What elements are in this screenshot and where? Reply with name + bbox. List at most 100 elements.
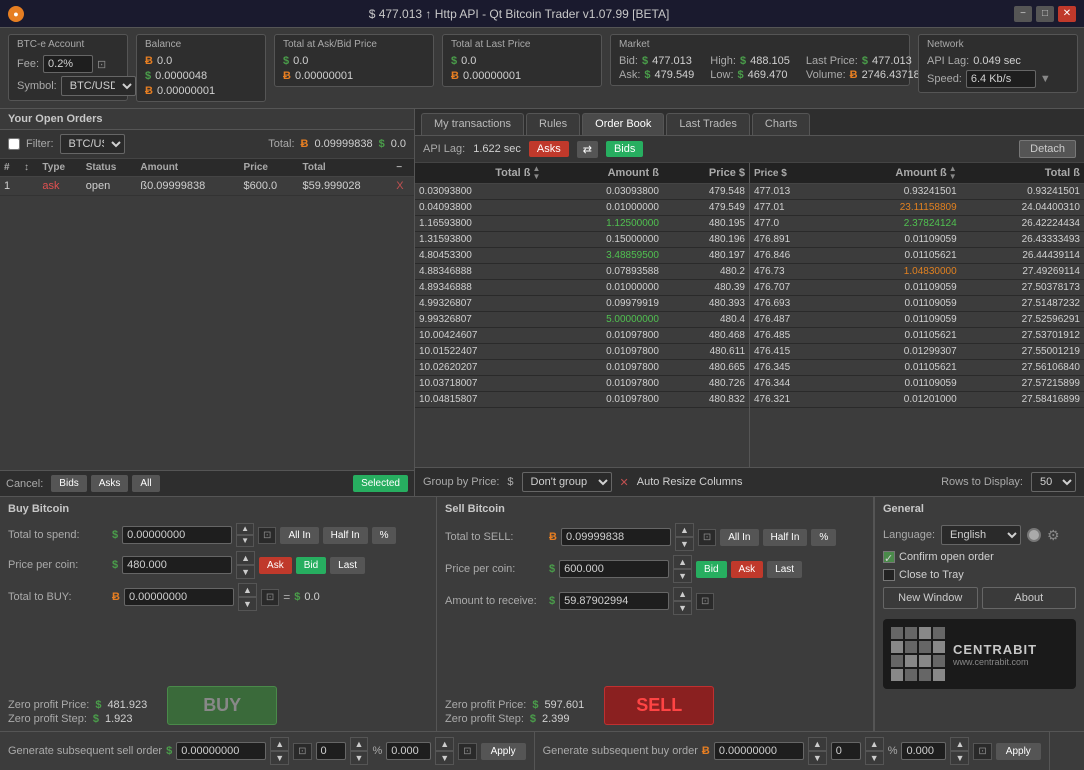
buy-last-button[interactable]: Last <box>330 557 365 574</box>
gen-buy-pct-input[interactable] <box>831 742 861 760</box>
filter-select[interactable]: BTC/USD <box>60 134 125 154</box>
gen-sell-pct-input[interactable] <box>316 742 346 760</box>
buy-spin-up[interactable]: ▲ <box>238 583 257 597</box>
bids-row[interactable]: 476.731.0483000027.49269114 <box>750 264 1084 280</box>
gen-buy-amount-up[interactable]: ▲ <box>950 737 969 751</box>
gen-buy-apply-button[interactable]: Apply <box>996 743 1041 760</box>
gen-sell-pct-spinner[interactable]: ▲ ▼ <box>350 737 369 765</box>
gen-buy-amount-down[interactable]: ▼ <box>950 751 969 765</box>
cancel-bids-button[interactable]: Bids <box>51 475 86 492</box>
radio-btn-1[interactable] <box>1027 528 1041 542</box>
spend-icon-btn[interactable]: ⊡ <box>258 527 276 544</box>
fee-input[interactable] <box>43 55 93 73</box>
price-per-coin-sell-input[interactable] <box>559 560 669 578</box>
asks-row[interactable]: 4.893468880.01000000480.39 <box>415 280 749 296</box>
sell-price-spinner[interactable]: ▲ ▼ <box>673 555 692 583</box>
sell-price-spin-down[interactable]: ▼ <box>673 569 692 583</box>
swap-button[interactable]: ⇄ <box>577 141 598 158</box>
gen-sell-icon-btn[interactable]: ⊡ <box>293 743 311 760</box>
buy-spinner[interactable]: ▲ ▼ <box>238 583 257 611</box>
receive-icon-btn[interactable]: ⊡ <box>696 593 714 610</box>
sell-spin-up[interactable]: ▲ <box>675 523 694 537</box>
sell-ask-button[interactable]: Ask <box>731 561 764 578</box>
gen-sell-pct-down[interactable]: ▼ <box>350 751 369 765</box>
settings-icon[interactable]: ⚙ <box>1047 527 1060 544</box>
gen-buy-profit-input[interactable] <box>714 742 804 760</box>
sell-button[interactable]: SELL <box>604 686 714 725</box>
bids-row[interactable]: 476.4150.0129930727.55001219 <box>750 344 1084 360</box>
close-button[interactable]: ✕ <box>1058 6 1076 22</box>
language-select[interactable]: English <box>941 525 1021 545</box>
bids-row[interactable]: 476.3450.0110562127.56106840 <box>750 360 1084 376</box>
gen-sell-amount-input[interactable] <box>386 742 431 760</box>
buy-spin-down[interactable]: ▼ <box>238 597 257 611</box>
gen-buy-amount-input[interactable] <box>901 742 946 760</box>
receive-spin-up[interactable]: ▲ <box>673 587 692 601</box>
gen-sell-profit-input[interactable] <box>176 742 266 760</box>
sell-half-in-button[interactable]: Half In <box>763 529 808 546</box>
minimize-button[interactable]: − <box>1014 6 1032 22</box>
auto-resize-x[interactable]: ✕ <box>620 476 629 489</box>
gen-buy-amount-icon[interactable]: ⊡ <box>973 743 991 760</box>
bids-amount-sort-arrows[interactable]: ▲ ▼ <box>949 165 957 181</box>
asks-row[interactable]: 4.804533003.48859500480.197 <box>415 248 749 264</box>
buy-pct-button[interactable]: % <box>372 527 397 544</box>
gen-buy-profit-spinner[interactable]: ▲ ▼ <box>808 737 827 765</box>
spend-spinner[interactable]: ▲ ▼ <box>236 523 254 547</box>
sell-bid-button[interactable]: Bid <box>696 561 726 578</box>
total-to-buy-input[interactable] <box>124 588 234 606</box>
total-to-sell-input[interactable] <box>561 528 671 546</box>
bids-row[interactable]: 477.02.3782412426.42224434 <box>750 216 1084 232</box>
total-sort-arrows[interactable]: ▲ ▼ <box>532 165 540 181</box>
gen-sell-amount-down[interactable]: ▼ <box>435 751 454 765</box>
tab-charts[interactable]: Charts <box>752 113 810 135</box>
filter-checkbox[interactable] <box>8 138 20 150</box>
buy-ask-button[interactable]: Ask <box>259 557 292 574</box>
bids-row[interactable]: 476.8910.0110905926.43333493 <box>750 232 1084 248</box>
gen-buy-spin-up[interactable]: ▲ <box>808 737 827 751</box>
spend-spin-up[interactable]: ▲ <box>236 523 254 535</box>
spend-spin-down[interactable]: ▼ <box>236 535 254 547</box>
order-row-1[interactable]: 1 ask open ß0.09999838 $600.0 $59.999028… <box>0 177 414 196</box>
gen-sell-profit-spinner[interactable]: ▲ ▼ <box>270 737 289 765</box>
cancel-all-button[interactable]: All <box>132 475 159 492</box>
symbol-select[interactable]: BTC/USD <box>61 76 136 96</box>
bids-row[interactable]: 476.3210.0120100027.58416899 <box>750 392 1084 408</box>
gen-sell-amount-spinner[interactable]: ▲ ▼ <box>435 737 454 765</box>
gen-sell-spin-up[interactable]: ▲ <box>270 737 289 751</box>
asks-row[interactable]: 10.015224070.01097800480.611 <box>415 344 749 360</box>
bids-row[interactable]: 477.0130.932415010.93241501 <box>750 184 1084 200</box>
gen-sell-pct-up[interactable]: ▲ <box>350 737 369 751</box>
sell-price-spin-up[interactable]: ▲ <box>673 555 692 569</box>
group-select[interactable]: Don't group <box>522 472 612 492</box>
bids-row[interactable]: 477.0123.1115880924.04400310 <box>750 200 1084 216</box>
cancel-asks-button[interactable]: Asks <box>91 475 129 492</box>
receive-spinner[interactable]: ▲ ▼ <box>673 587 692 615</box>
new-window-button[interactable]: New Window <box>883 587 978 609</box>
amount-to-receive-input[interactable] <box>559 592 669 610</box>
speed-arrow[interactable]: ▼ <box>1040 73 1051 85</box>
asks-row[interactable]: 4.993268070.09979919480.393 <box>415 296 749 312</box>
receive-spin-down[interactable]: ▼ <box>673 601 692 615</box>
price-spinner[interactable]: ▲ ▼ <box>236 551 255 579</box>
asks-row[interactable]: 0.030938000.03093800479.548 <box>415 184 749 200</box>
asks-row[interactable]: 9.993268075.00000000480.4 <box>415 312 749 328</box>
copy-icon[interactable]: ⊡ <box>97 58 106 71</box>
sell-last-button[interactable]: Last <box>767 561 802 578</box>
gen-buy-amount-spinner[interactable]: ▲ ▼ <box>950 737 969 765</box>
bids-row[interactable]: 476.8460.0110562126.44439114 <box>750 248 1084 264</box>
gen-buy-pct-spinner[interactable]: ▲ ▼ <box>865 737 884 765</box>
tab-rules[interactable]: Rules <box>526 113 580 135</box>
detach-button[interactable]: Detach <box>1019 140 1076 158</box>
price-spin-up[interactable]: ▲ <box>236 551 255 565</box>
about-button[interactable]: About <box>982 587 1077 609</box>
selected-button[interactable]: Selected <box>353 475 408 492</box>
close-to-tray-checkbox[interactable] <box>883 569 895 581</box>
buy-button[interactable]: BUY <box>167 686 277 725</box>
gen-buy-spin-down[interactable]: ▼ <box>808 751 827 765</box>
buy-all-in-button[interactable]: All In <box>280 527 318 544</box>
bids-button[interactable]: Bids <box>606 141 643 157</box>
price-per-coin-buy-input[interactable] <box>122 556 232 574</box>
asks-row[interactable]: 4.883468880.07893588480.2 <box>415 264 749 280</box>
confirm-order-checkbox[interactable]: ✓ <box>883 551 895 563</box>
